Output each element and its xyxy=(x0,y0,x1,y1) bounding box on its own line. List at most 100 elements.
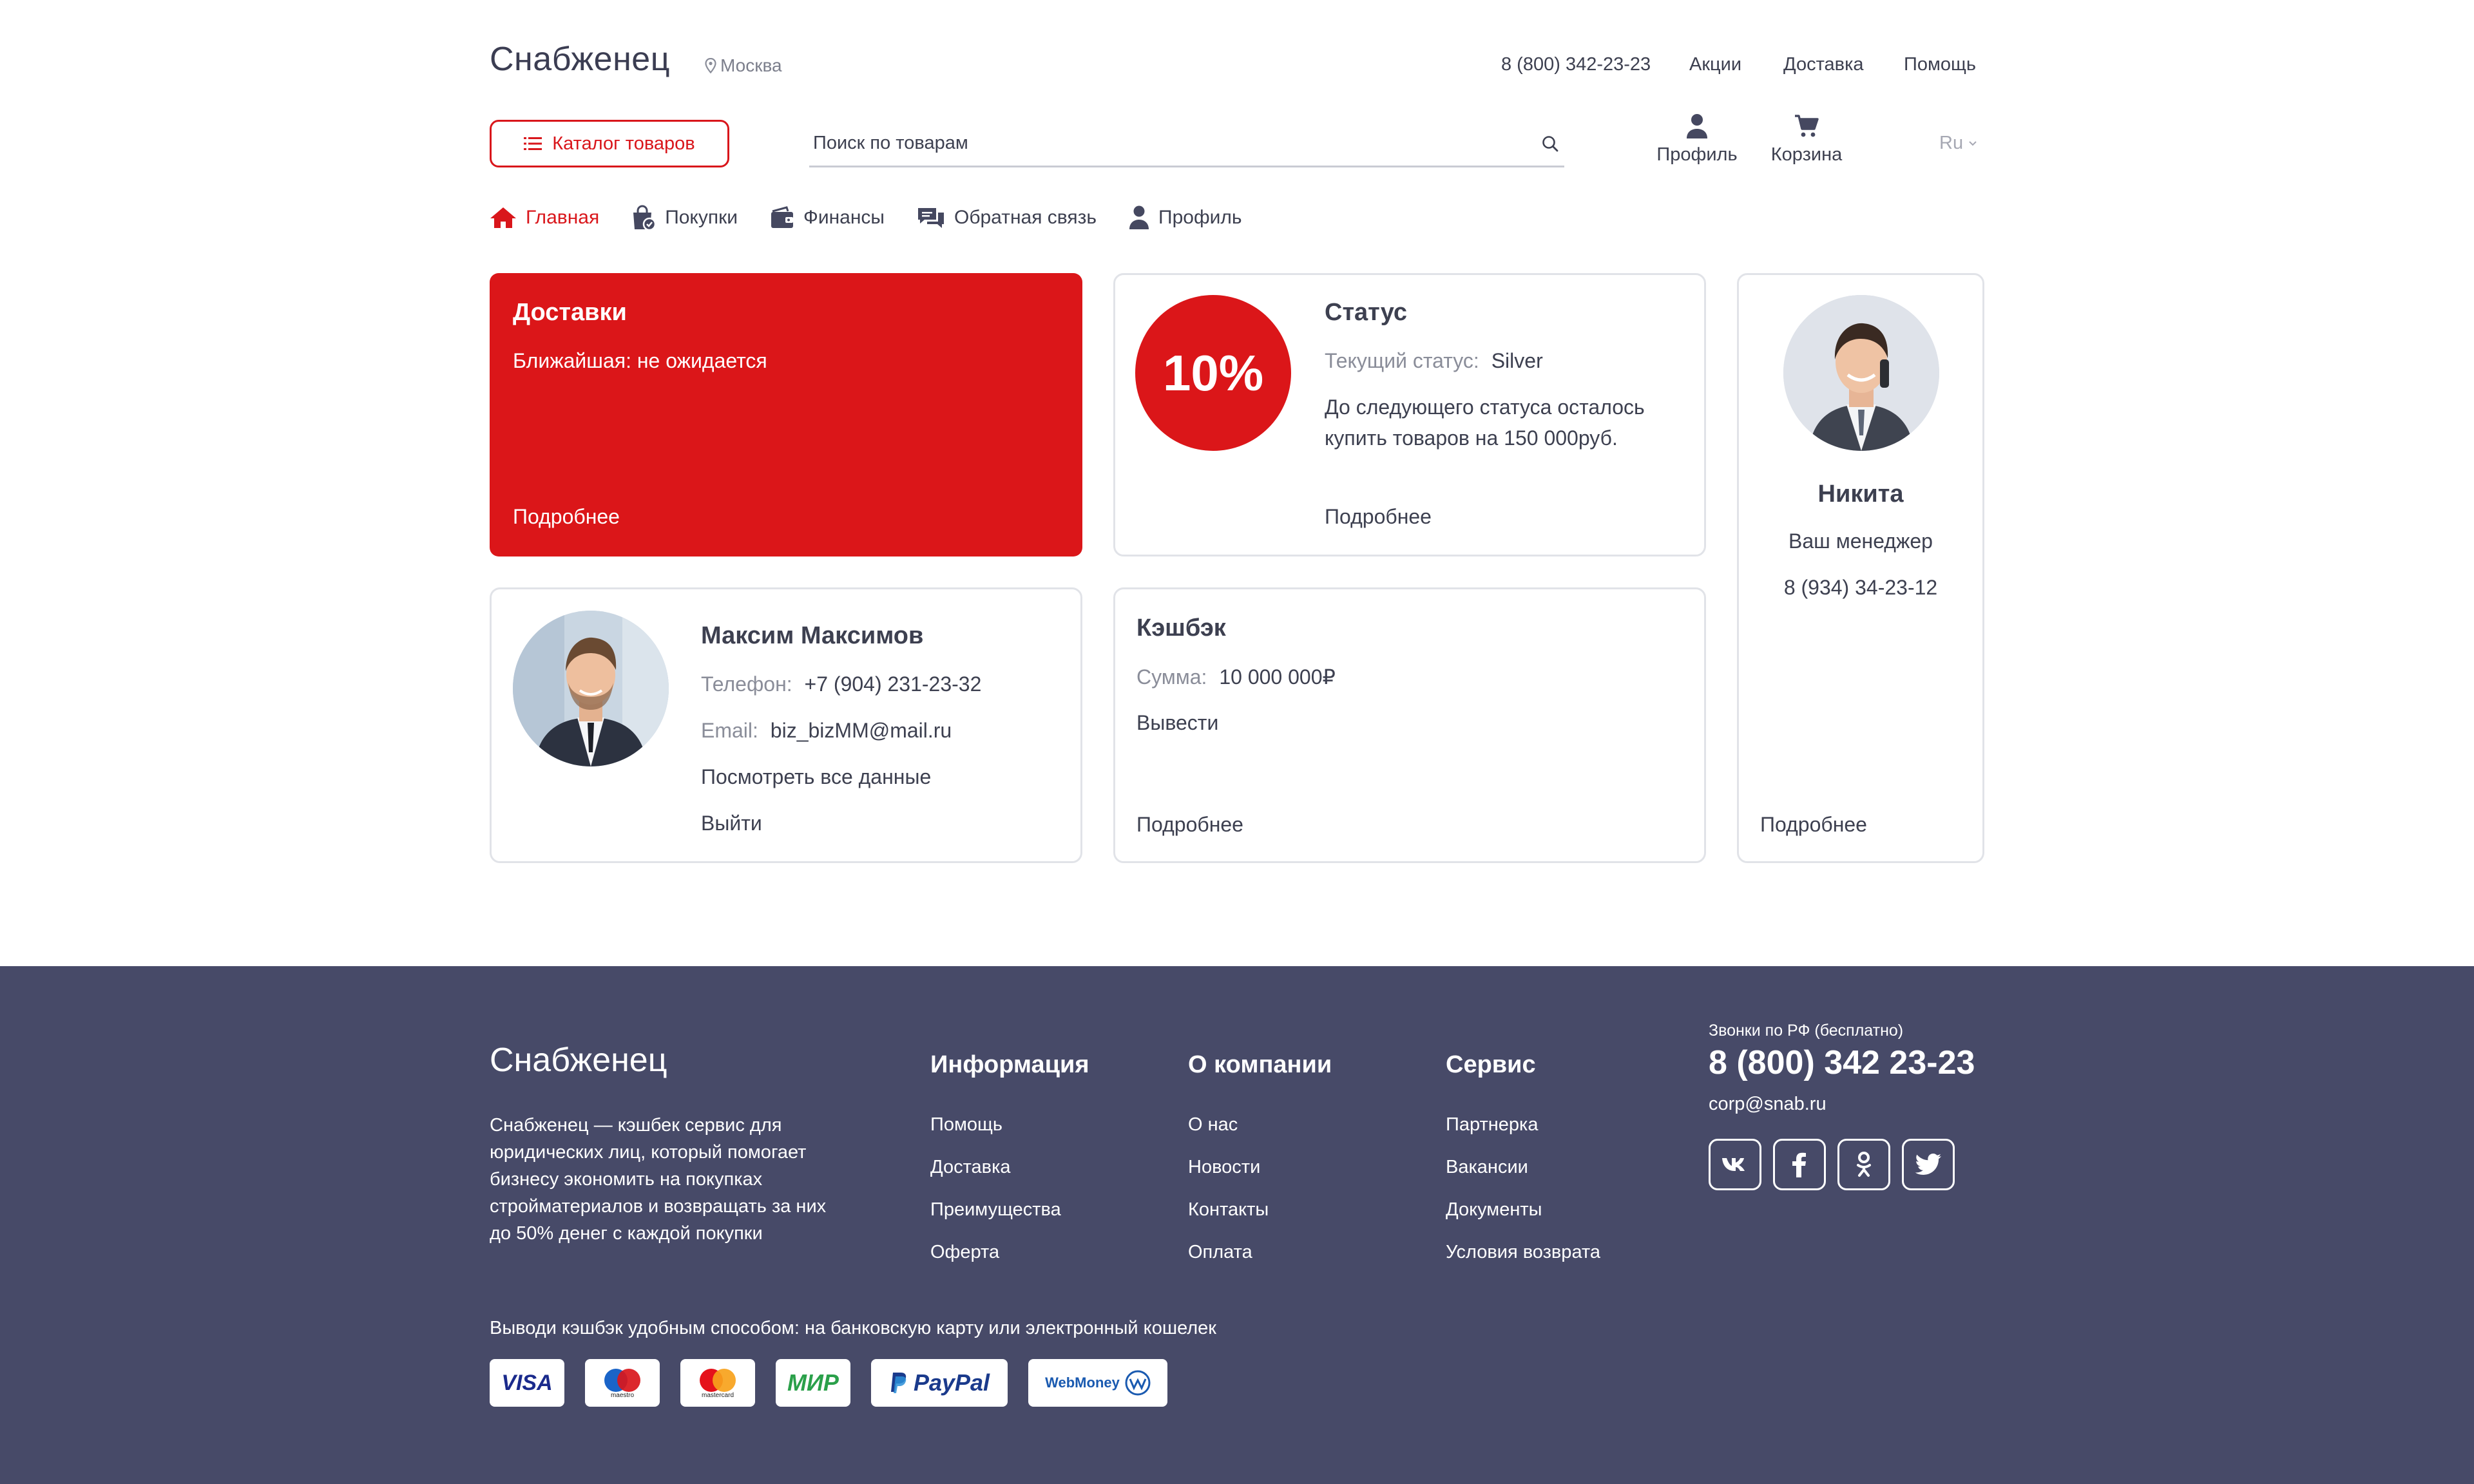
user-email-label: Email: xyxy=(701,719,758,742)
tab-feedback-label: Обратная связь xyxy=(954,207,1097,228)
tab-feedback[interactable]: Обратная связь xyxy=(917,205,1097,231)
manager-role: Ваш менеджер xyxy=(1788,529,1933,553)
city-name: Москва xyxy=(720,55,782,75)
visa-logo: VISA xyxy=(490,1359,564,1407)
maestro-text: maestro xyxy=(610,1391,635,1399)
visa-text: VISA xyxy=(501,1370,553,1395)
cashback-sum: Сумма: 10 000 000₽ xyxy=(1136,665,1336,689)
mir-text: МИР xyxy=(787,1369,839,1396)
tab-home[interactable]: Главная xyxy=(490,205,599,231)
footer-link-delivery[interactable]: Доставка xyxy=(930,1157,1011,1178)
tab-home-label: Главная xyxy=(526,207,600,228)
user-phone-value: +7 (904) 231-23-32 xyxy=(804,672,982,696)
footer-link-partners[interactable]: Партнерка xyxy=(1446,1114,1538,1136)
tab-profile[interactable]: Профиль xyxy=(1129,205,1242,231)
cashback-more-link[interactable]: Подробнее xyxy=(1136,813,1243,837)
catalog-button[interactable]: Каталог товаров xyxy=(490,120,729,167)
footer xyxy=(0,966,2474,1484)
language-label: Ru xyxy=(1939,133,1964,153)
delivery-more-link[interactable]: Подробнее xyxy=(513,505,620,529)
status-next-line2: купить товаров на 150 000руб. xyxy=(1325,426,1618,450)
footer-logo[interactable]: Снабженец xyxy=(490,1041,667,1080)
footer-link-help[interactable]: Помощь xyxy=(930,1114,1002,1136)
footer-calls-label: Звонки по РФ (бесплатно) xyxy=(1709,1022,1904,1040)
user-logout-link[interactable]: Выйти xyxy=(701,812,762,835)
manager-name: Никита xyxy=(1817,480,1904,508)
cart-label: Корзина xyxy=(1770,144,1843,165)
cashback-title: Кэшбэк xyxy=(1136,614,1226,642)
profile-button[interactable]: Профиль xyxy=(1645,113,1749,166)
status-title: Статус xyxy=(1325,299,1408,326)
search-icon[interactable] xyxy=(1541,135,1559,153)
facebook-icon[interactable] xyxy=(1773,1139,1826,1190)
twitter-icon[interactable] xyxy=(1902,1139,1955,1190)
catalog-button-label: Каталог товаров xyxy=(552,133,695,154)
language-selector[interactable]: Ru xyxy=(1939,133,1977,154)
paypal-logo: PayPal xyxy=(871,1359,1008,1407)
user-name: Максим Максимов xyxy=(701,622,924,649)
user-avatar xyxy=(513,611,669,766)
tab-finance-label: Финансы xyxy=(803,207,885,228)
footer-column-title-service: Сервис xyxy=(1446,1051,1536,1078)
user-phone-label: Телефон: xyxy=(701,672,792,696)
user-view-all-link[interactable]: Посмотреть все данные xyxy=(701,765,931,789)
nav-help[interactable]: Помощь xyxy=(1904,54,1976,75)
search-input[interactable] xyxy=(812,132,1508,155)
footer-link-advantages[interactable]: Преимущества xyxy=(930,1199,1061,1221)
mastercard-logo: mastercard xyxy=(680,1359,755,1407)
footer-link-returns[interactable]: Условия возврата xyxy=(1446,1242,1600,1263)
footer-link-documents[interactable]: Документы xyxy=(1446,1199,1542,1221)
search-bar xyxy=(809,121,1564,167)
manager-phone[interactable]: 8 (934) 34-23-12 xyxy=(1737,576,1984,600)
delivery-title: Доставки xyxy=(513,299,627,326)
mir-logo: МИР xyxy=(776,1359,850,1407)
footer-link-payment[interactable]: Оплата xyxy=(1188,1242,1252,1263)
paypal-text: PayPal xyxy=(913,1369,990,1396)
status-badge: 10% xyxy=(1135,295,1291,451)
footer-link-offer[interactable]: Оферта xyxy=(930,1242,999,1263)
tab-finance[interactable]: Финансы xyxy=(770,205,885,231)
status-more-link[interactable]: Подробнее xyxy=(1325,505,1432,529)
footer-link-vacancies[interactable]: Вакансии xyxy=(1446,1157,1528,1178)
user-icon xyxy=(1129,205,1149,230)
vk-icon[interactable] xyxy=(1709,1139,1761,1190)
cart-icon xyxy=(1794,113,1819,139)
user-icon xyxy=(1686,113,1708,139)
cashback-withdraw-link[interactable]: Вывести xyxy=(1136,711,1218,735)
footer-email[interactable]: corp@snab.ru xyxy=(1709,1094,1827,1115)
shopping-bag-icon xyxy=(631,205,657,231)
manager-more-link[interactable]: Подробнее xyxy=(1760,813,1867,837)
nav-promotions[interactable]: Акции xyxy=(1689,54,1741,75)
cart-button[interactable]: Корзина xyxy=(1755,113,1858,166)
nav-delivery[interactable]: Доставка xyxy=(1783,54,1864,75)
tab-purchases-label: Покупки xyxy=(665,207,738,228)
maestro-logo: maestro xyxy=(585,1359,660,1407)
city-selector[interactable]: Москва xyxy=(705,55,782,76)
manager-avatar xyxy=(1783,295,1939,451)
user-email-value: biz_bizMM@mail.ru xyxy=(770,719,952,742)
footer-phone[interactable]: 8 (800) 342 23-23 xyxy=(1709,1043,1975,1082)
user-phone: Телефон: +7 (904) 231-23-32 xyxy=(701,672,981,696)
tab-profile-label: Профиль xyxy=(1158,207,1242,228)
cashback-sum-label: Сумма: xyxy=(1136,665,1207,689)
delivery-nearest: Ближайшая: не ожидается xyxy=(513,349,767,372)
location-pin-icon xyxy=(705,58,716,73)
user-email: Email: biz_bizMM@mail.ru xyxy=(701,719,952,743)
header-phone[interactable]: 8 (800) 342-23-23 xyxy=(1501,54,1651,75)
footer-link-news[interactable]: Новости xyxy=(1188,1157,1260,1178)
odnoklassniki-icon[interactable] xyxy=(1837,1139,1890,1190)
footer-link-about[interactable]: О нас xyxy=(1188,1114,1238,1136)
footer-cashback-text: Выводи кэшбэк удобным способом: на банко… xyxy=(490,1318,1216,1338)
footer-column-title-info: Информация xyxy=(930,1051,1089,1078)
footer-link-contacts[interactable]: Контакты xyxy=(1188,1199,1269,1221)
footer-column-title-company: О компании xyxy=(1188,1051,1332,1078)
tab-purchases[interactable]: Покупки xyxy=(631,205,738,231)
webmoney-logo: WebMoney xyxy=(1028,1359,1167,1407)
home-icon xyxy=(490,206,517,229)
status-next-line1: До следующего статуса осталось xyxy=(1325,395,1645,419)
delivery-card: Доставки Ближайшая: не ожидается Подробн… xyxy=(490,273,1082,556)
list-icon xyxy=(524,136,542,151)
profile-label: Профиль xyxy=(1656,144,1738,165)
cashback-sum-value: 10 000 000₽ xyxy=(1219,665,1336,689)
logo[interactable]: Снабженец xyxy=(490,40,670,79)
